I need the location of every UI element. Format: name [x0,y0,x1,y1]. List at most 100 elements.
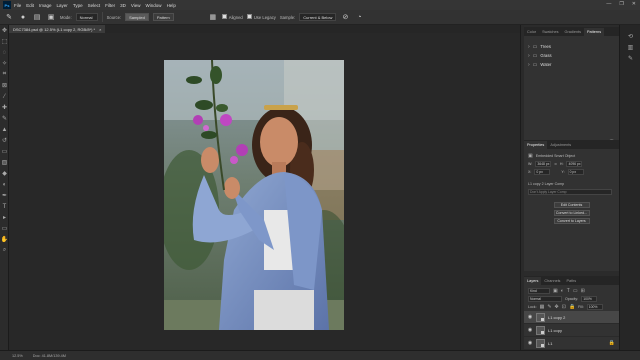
brush-preset-icon[interactable]: ● [18,12,28,22]
photoshop-logo[interactable]: Ps [3,1,11,9]
minimize-icon[interactable]: — [606,1,611,7]
smart-filter-icon[interactable]: ⊞ [581,288,585,294]
mode-select[interactable]: Normal [75,13,98,21]
clone-stamp-icon[interactable]: ▲ [0,124,9,135]
brush-settings-icon[interactable]: ▤ [32,12,42,22]
kind-filter-select[interactable]: Kind [528,288,550,294]
history-panel-icon[interactable]: ⟲ [620,31,640,42]
opacity-field[interactable]: 100% [581,296,598,302]
gradient-tool-icon[interactable]: ▧ [0,157,9,168]
frame-tool-icon[interactable]: ⊠ [0,80,9,91]
tab-paths[interactable]: Paths [563,277,579,285]
path-select-icon[interactable]: ▸ [0,212,9,223]
menu-edit[interactable]: Edit [26,3,34,8]
lock-pixels-icon[interactable]: ▦ [540,304,545,310]
lock-position-icon[interactable]: ✥ [555,304,559,310]
eye-icon[interactable]: ◉ [527,327,533,333]
x-field[interactable]: 0 px [534,169,551,175]
menu-select[interactable]: Select [88,3,101,8]
lock-all-icon[interactable]: 🔒 [569,304,575,310]
tab-layers[interactable]: Layers [524,277,542,285]
adjustment-filter-icon[interactable]: ◐ [561,288,564,294]
pressure-icon[interactable]: ◔ [354,12,364,22]
menu-3d[interactable]: 3D [120,3,126,8]
legacy-checkbox[interactable]: Use Legacy [246,14,276,20]
menu-file[interactable]: File [14,3,21,8]
tab-adjustments[interactable]: Adjustments [547,141,574,149]
pattern-folder-trees[interactable]: › ▭ Trees [524,42,619,51]
clone-stamp-tool-icon[interactable]: ✎ [4,12,14,22]
layer-comp-select[interactable]: Don't Apply Layer Comp [528,189,612,195]
y-field[interactable]: 0 px [567,169,584,175]
fill-field[interactable]: 100% [586,304,603,310]
eraser-tool-icon[interactable]: ▭ [0,146,9,157]
hand-tool-icon[interactable]: ✋ [0,234,9,245]
tab-swatches[interactable]: Swatches [539,28,561,36]
pattern-folder-grass[interactable]: › ▭ Grass [524,51,619,60]
width-field[interactable]: 3648 px [535,161,552,167]
tab-patterns[interactable]: Patterns [584,28,605,36]
history-brush-icon[interactable]: ↺ [0,135,9,146]
eye-icon[interactable]: ◉ [527,314,533,320]
libraries-panel-icon[interactable]: ▥ [620,42,640,53]
pattern-folder-water[interactable]: › ▭ Water [524,60,619,69]
pen-tool-icon[interactable]: ✒ [0,190,9,201]
menu-window[interactable]: Window [146,3,162,8]
layer-row[interactable]: ◉ L1 copy 2 [524,311,619,324]
blend-mode-select[interactable]: Normal [528,296,562,302]
brush-tool-icon[interactable]: ✎ [0,113,9,124]
tab-color[interactable]: Color [524,28,539,36]
healing-tool-icon[interactable]: ✚ [0,102,9,113]
eye-icon[interactable]: ◉ [527,340,533,346]
layer-row[interactable]: ◉ L1 🔒 [524,337,619,350]
crop-tool-icon[interactable]: ⌗ [0,69,9,80]
blur-tool-icon[interactable]: ◆ [0,168,9,179]
menu-view[interactable]: View [131,3,141,8]
quick-select-tool-icon[interactable]: ✧ [0,58,9,69]
marquee-tool-icon[interactable]: ⬚ [0,36,9,47]
type-filter-icon[interactable]: T [567,288,570,294]
sampled-button[interactable]: Sampled [125,13,149,21]
tab-channels[interactable]: Channels [541,277,563,285]
move-tool-icon[interactable]: ✥ [0,25,9,36]
lock-artboard-icon[interactable]: ⊡ [562,304,566,310]
zoom-level[interactable]: 12.5% [12,354,23,358]
type-tool-icon[interactable]: T [0,201,9,212]
menu-image[interactable]: Image [39,3,52,8]
lasso-tool-icon[interactable]: ◌ [0,47,9,58]
dodge-tool-icon[interactable]: ◐ [0,179,9,190]
shape-filter-icon[interactable]: ▭ [573,288,578,294]
layer-name[interactable]: L1 copy 2 [548,315,565,320]
height-field[interactable]: 4096 px [566,161,583,167]
layer-row[interactable]: ◉ L1 copy [524,324,619,337]
layer-name[interactable]: L1 copy [548,328,562,333]
menu-layer[interactable]: Layer [57,3,68,8]
edit-contents-button[interactable]: Edit Contents [553,202,590,208]
lock-paint-icon[interactable]: ✎ [547,304,551,310]
tab-properties[interactable]: Properties [524,141,548,149]
tab-gradients[interactable]: Gradients [562,28,584,36]
pattern-button[interactable]: Pattern [152,13,174,21]
layer-name[interactable]: L1 [548,341,552,346]
brush-panel-icon[interactable]: ✎ [620,53,640,64]
aligned-checkbox[interactable]: Aligned [221,14,243,20]
zoom-tool-icon[interactable]: ⌕ [0,245,9,256]
ignore-adjustment-icon[interactable]: ⊘ [340,12,350,22]
pattern-swatch-icon[interactable]: ▦ [208,12,218,22]
maximize-icon[interactable]: ❐ [619,1,623,7]
convert-to-linked-button[interactable]: Convert to Linked... [553,210,590,216]
document-image[interactable] [164,60,344,330]
pixel-filter-icon[interactable]: ▣ [553,288,558,294]
menu-filter[interactable]: Filter [105,3,115,8]
eyedropper-tool-icon[interactable]: ⁄ [0,91,9,102]
shape-tool-icon[interactable]: ▭ [0,223,9,234]
clone-source-icon[interactable]: ▣ [46,12,56,22]
close-tab-icon[interactable]: × [99,27,101,32]
document-info[interactable]: Doc: 41.8M/139.4M [33,354,66,358]
document-tab[interactable]: DSC7384.psd @ 12.5% (L1 copy 2, RGB/8*) … [9,25,106,33]
link-icon[interactable]: ∞ [554,162,557,166]
sample-select[interactable]: Current & Below [299,13,337,21]
menu-help[interactable]: Help [167,3,176,8]
close-window-icon[interactable]: ✕ [632,1,636,7]
convert-to-layers-button[interactable]: Convert to Layers [553,218,590,224]
